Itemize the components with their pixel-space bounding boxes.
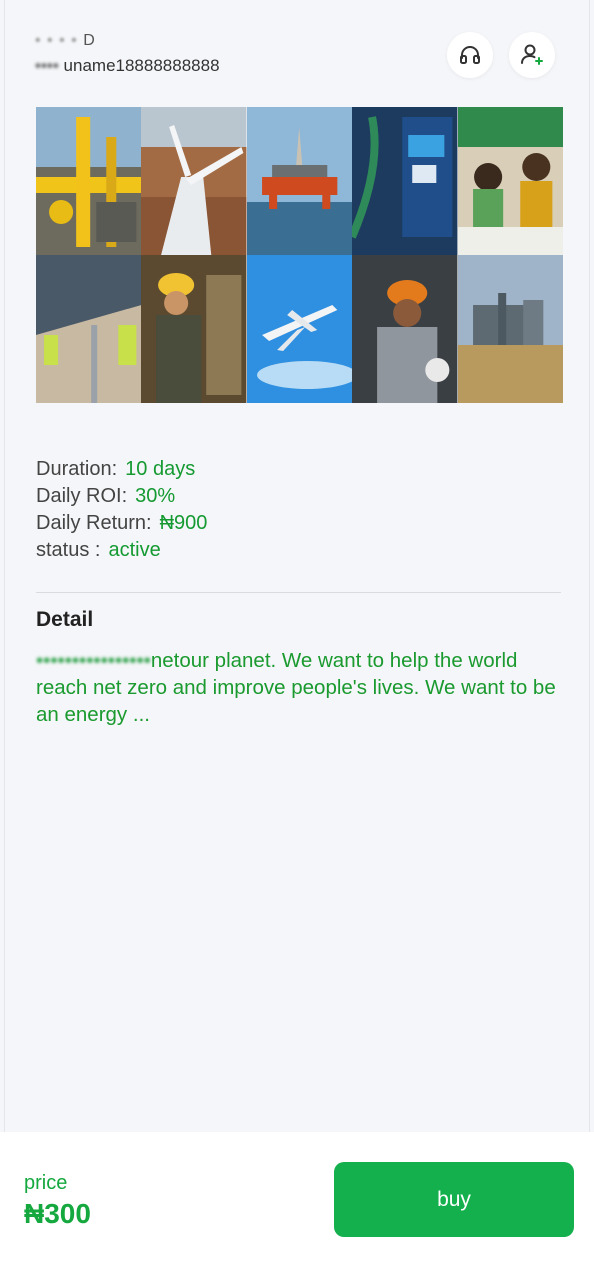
user-id: • • • • D [35,32,96,50]
user-name: •••• uname18888888888 [35,56,220,76]
roi-row: Daily ROI: 30% [36,483,207,510]
status-value: active [108,539,161,561]
offshore-rig-image [246,107,353,255]
price-label: price [24,1172,68,1194]
store-customers-image [457,107,563,255]
technician-helmet-image [352,255,458,403]
roi-label: Daily ROI: [36,485,128,507]
price-value: ₦300 [24,1198,91,1229]
user-name-text: uname18888888888 [63,56,220,75]
daily-return-row: Daily Return: ₦900 [36,510,207,537]
detail-redacted: •••••••••••••••• [36,649,151,672]
detail-title: Detail [36,608,94,631]
customer-service-button[interactable] [447,32,493,78]
headset-icon [460,46,480,64]
detail-description: ••••••••••••••••netour planet. We want t… [36,647,566,728]
daily-return-label: Daily Return: [36,512,152,534]
purchase-footer: price ₦300 buy [0,1132,594,1266]
buy-button[interactable]: buy [334,1162,574,1237]
divider [36,592,561,593]
project-image-gallery [36,107,563,403]
user-id-redacted: • • • • [35,32,78,49]
user-id-suffix: D [83,32,96,49]
refinery-field-image [457,255,563,403]
duration-row: Duration: 10 days [36,456,207,483]
engineer-image [141,255,247,403]
duration-value: 10 days [125,458,196,480]
add-user-icon [521,44,543,65]
status-row: status : active [36,537,207,564]
solar-workers-image [36,255,142,403]
user-name-redacted: •••• [35,56,59,75]
airplane-image [246,255,353,403]
app-frame: • • • • D •••• uname18888888888 Duration… [4,0,590,1266]
ev-charger-image [352,107,458,255]
add-user-button[interactable] [509,32,555,78]
status-label: status : [36,539,101,561]
roi-value: 30% [135,485,176,507]
duration-label: Duration: [36,458,118,480]
pipeline-valves-image [36,107,142,255]
wind-turbine-image [141,107,247,255]
plan-stats: Duration: 10 days Daily ROI: 30% Daily Ret… [36,456,207,564]
daily-return-value: ₦900 [159,512,208,534]
header: • • • • D •••• uname18888888888 [35,32,559,82]
